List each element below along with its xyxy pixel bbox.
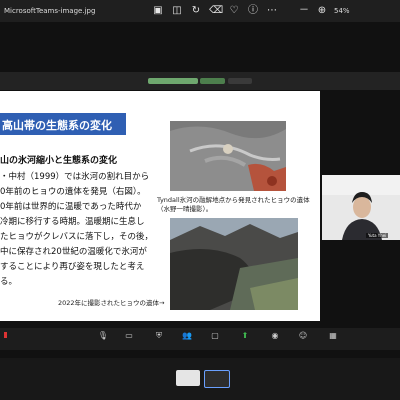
paragraph-line: 中に保存され20世紀の温暖化で氷河が bbox=[0, 247, 147, 257]
paragraph-line: 冷期に移行する時期。温暖期に生息し bbox=[0, 217, 145, 227]
chat-icon: ▢ bbox=[211, 331, 219, 340]
meeting-top-strip bbox=[0, 72, 400, 90]
bottom-caption: 2022年に撮影されたヒョウの遺体→ bbox=[58, 299, 165, 307]
thumbnail[interactable] bbox=[176, 370, 200, 386]
slide-title-bar: 高山帯の生態系の変化 bbox=[0, 113, 126, 135]
photo-caption-line: （水野一晴撮影）。 bbox=[157, 205, 213, 213]
zoom-in-icon[interactable]: ⊕ bbox=[316, 5, 328, 17]
chat-control[interactable]: ▢ bbox=[200, 331, 230, 348]
zoom-level: 54% bbox=[334, 7, 350, 15]
share-control[interactable]: ⬆ bbox=[230, 331, 260, 348]
layers-icon[interactable]: ◫ bbox=[171, 5, 183, 17]
end-indicator bbox=[4, 332, 7, 338]
more-icon[interactable]: ⋯ bbox=[266, 5, 278, 17]
share-chip bbox=[200, 78, 225, 84]
leopard-remains-photo bbox=[170, 121, 286, 191]
participant-video[interactable] bbox=[322, 175, 400, 240]
viewer-toolbar: MicrosoftTeams-image.jpg ▣ ◫ ↻ ⌫ ♡ ⓘ ⋯ －… bbox=[0, 0, 400, 22]
sharing-indicator bbox=[148, 78, 198, 84]
share-chip-2 bbox=[228, 78, 252, 84]
video-control[interactable]: ▭ bbox=[114, 331, 144, 348]
video-icon: ▭ bbox=[125, 331, 133, 340]
heart-icon[interactable]: ♡ bbox=[228, 5, 240, 17]
zoom-out-icon[interactable]: － bbox=[298, 5, 310, 17]
photo-caption-line: Tyndall氷河の融解地点から発見されたヒョウの遺体 bbox=[157, 196, 310, 204]
record-icon: ◉ bbox=[271, 331, 279, 340]
rotate-icon[interactable]: ↻ bbox=[190, 5, 202, 17]
thumbnail-selected[interactable] bbox=[204, 370, 230, 388]
apps-icon: ▦ bbox=[329, 331, 337, 340]
participants-control[interactable]: 👥 bbox=[172, 331, 202, 348]
slide-title: 高山帯の生態系の変化 bbox=[2, 119, 112, 132]
share-icon: ⬆ bbox=[241, 331, 249, 340]
mountain-rock-photo bbox=[170, 218, 298, 310]
record-control[interactable]: ◉ bbox=[260, 331, 290, 348]
filmstrip bbox=[0, 358, 400, 400]
save-icon[interactable]: ▣ bbox=[152, 5, 164, 17]
paragraph-line: たヒョウがクレバスに落下し，その後， bbox=[0, 232, 154, 242]
meeting-controls: 🎙 ▭ ⛨ 👥 ▢ ⬆ ◉ ☺ ▦ bbox=[0, 328, 400, 350]
paragraph-line: することにより再び姿を現したと考え bbox=[0, 262, 145, 272]
shield-icon: ⛨ bbox=[156, 331, 162, 340]
paragraph-line: 0年前のヒョウの遺体を発見（右図）。 bbox=[0, 187, 146, 197]
apps-control[interactable]: ▦ bbox=[318, 331, 348, 348]
info-icon[interactable]: ⓘ bbox=[247, 5, 259, 17]
paragraph-line: ・中村（1999）では氷河の割れ目から bbox=[0, 172, 150, 182]
photo-caption: Tyndall氷河の融解地点から発見されたヒョウの遺体 （水野一晴撮影）。 bbox=[157, 196, 310, 214]
slide-subtitle: 山の氷河縮小と生態系の変化 bbox=[0, 156, 118, 166]
reactions-icon: ☺ bbox=[298, 331, 308, 340]
security-control[interactable]: ⛨ bbox=[144, 331, 174, 348]
paragraph-line: 0年前は世界的に温暖であった時代か bbox=[0, 202, 142, 212]
trash-icon[interactable]: ⌫ bbox=[209, 5, 223, 17]
participant-name: Yuta Yhei bbox=[366, 233, 389, 238]
participants-icon: 👥 bbox=[182, 331, 192, 340]
shared-slide: 高山帯の生態系の変化 山の氷河縮小と生態系の変化 ・中村（1999）では氷河の割… bbox=[0, 91, 320, 321]
reactions-control[interactable]: ☺ bbox=[288, 331, 318, 348]
paragraph-line: る。 bbox=[0, 277, 18, 287]
file-title: MicrosoftTeams-image.jpg bbox=[4, 7, 96, 15]
